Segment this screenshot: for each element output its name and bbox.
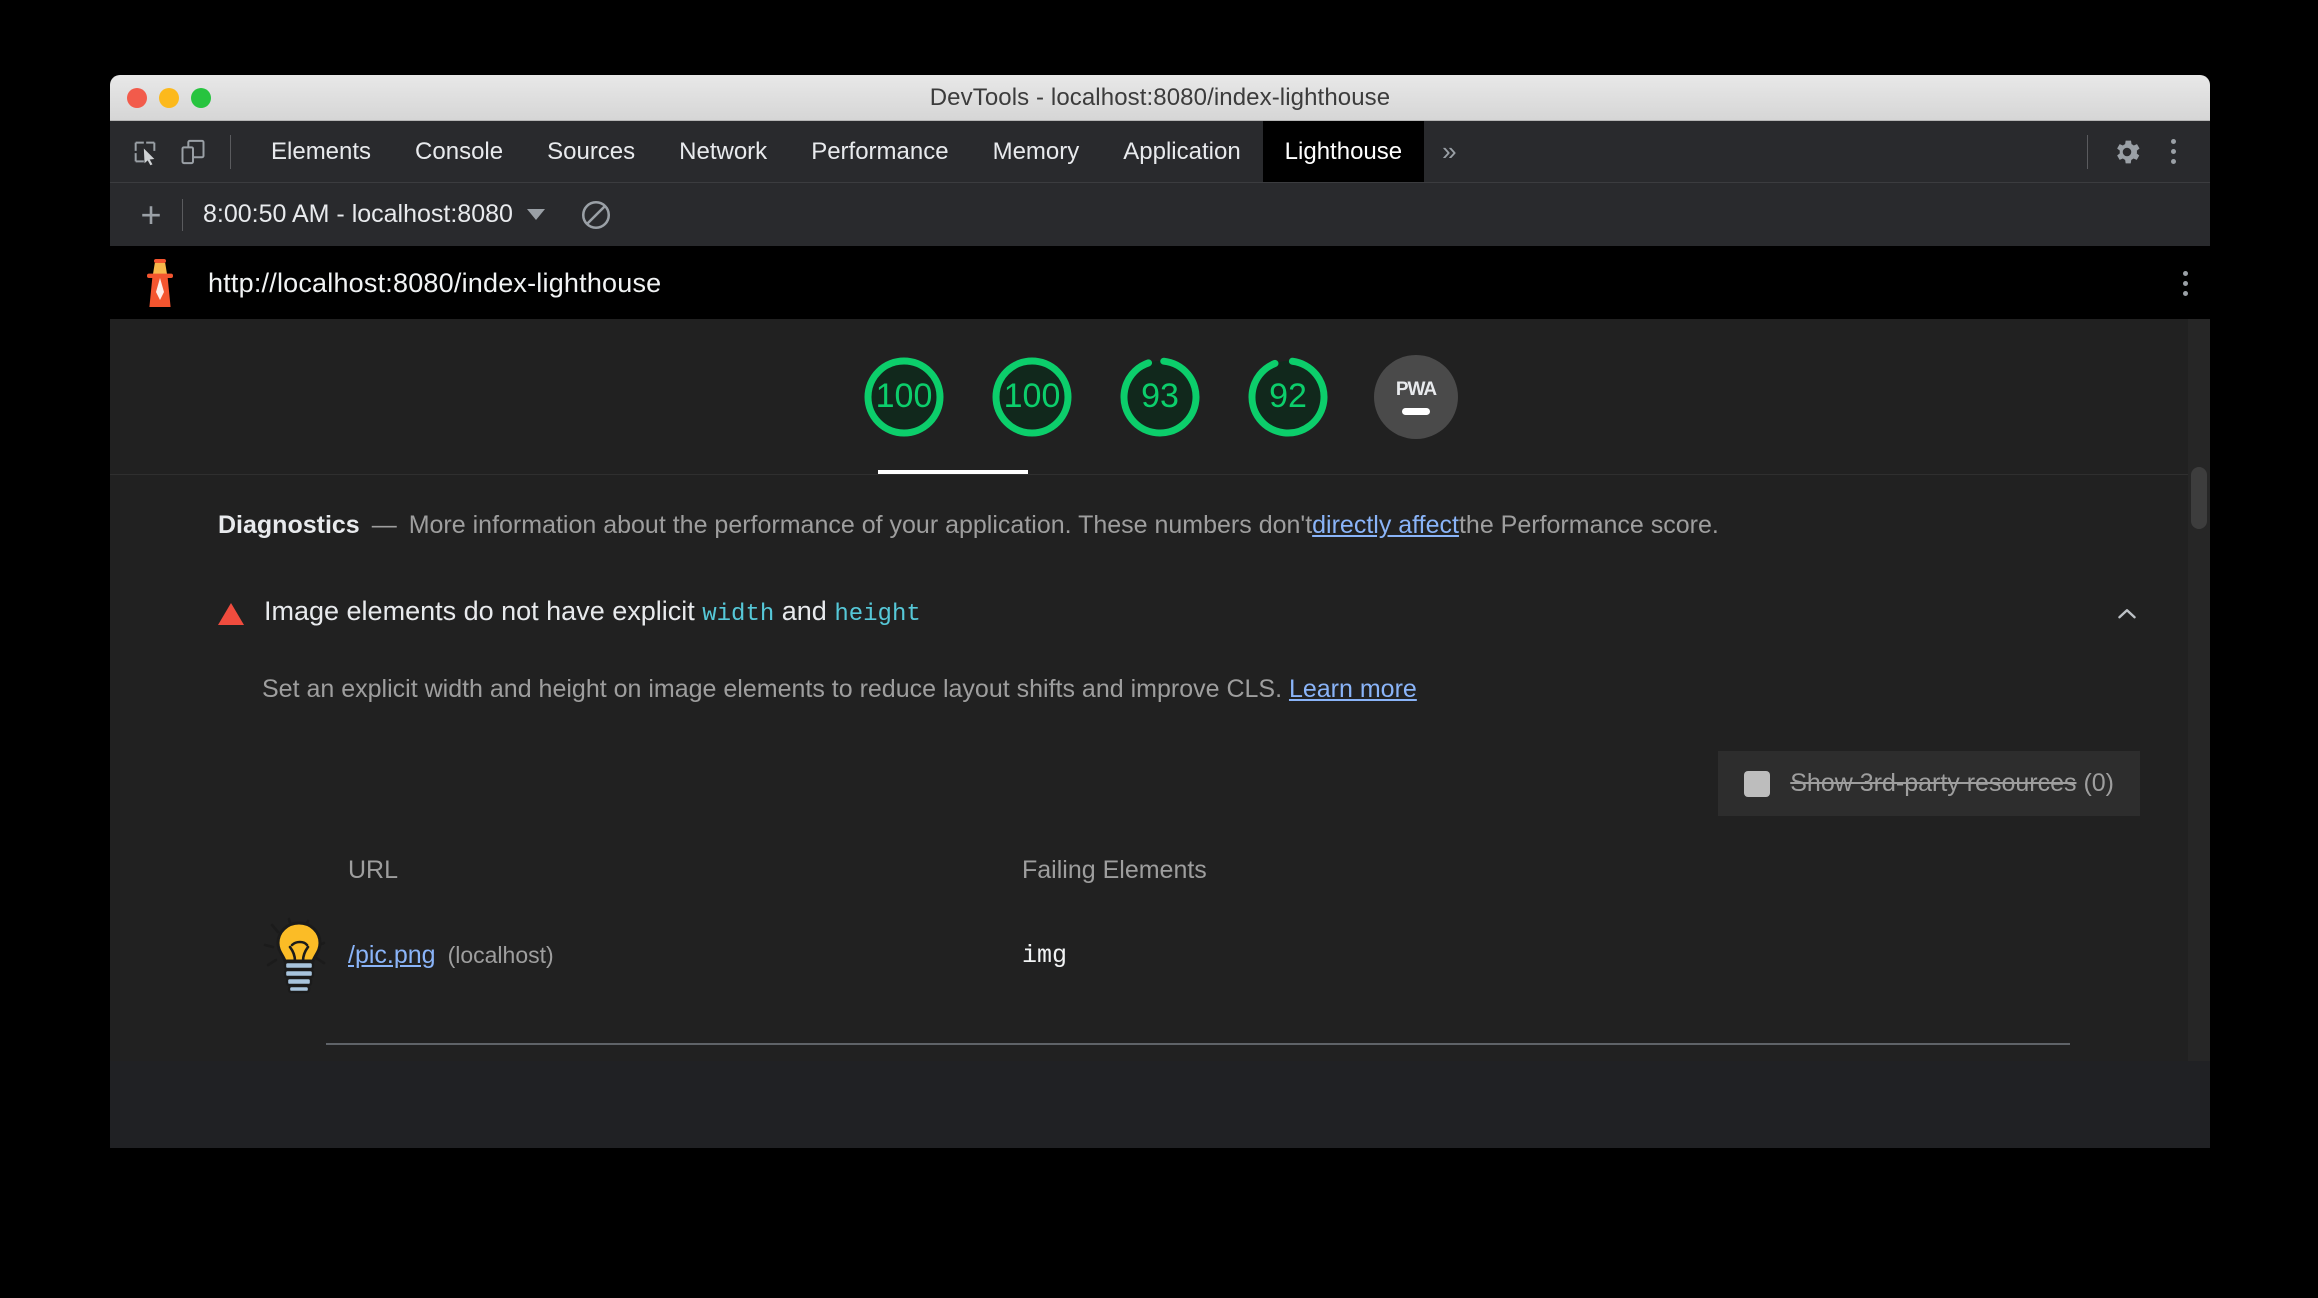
audit-title-code-width: width [702, 601, 775, 629]
tab-lighthouse[interactable]: Lighthouse [1262, 121, 1425, 182]
column-header-url: URL [348, 856, 399, 885]
audit-description: Set an explicit width and height on imag… [262, 672, 2140, 707]
more-tabs-button[interactable]: » [1424, 121, 1472, 182]
table-header-row: URL Failing Elements [262, 856, 2140, 885]
kebab-dots [2170, 139, 2176, 164]
diagnostics-title: Diagnostics [218, 511, 360, 539]
tab-console[interactable]: Console [393, 121, 525, 182]
warning-triangle-icon [218, 603, 244, 626]
audit-title-part1: Image elements do not have explicit [264, 596, 703, 627]
devtools-window: DevTools - localhost:8080/index-lighthou… [110, 75, 2210, 1148]
new-report-button[interactable]: + [128, 192, 174, 238]
gauge-value: 92 [1269, 377, 1307, 415]
column-header-failing-elements: Failing Elements [1022, 856, 1207, 885]
audit-description-text: Set an explicit width and height on imag… [262, 675, 1289, 704]
gauge-value: 93 [1141, 377, 1179, 415]
gauge-accessibility[interactable]: 100 [990, 355, 1074, 439]
table-row: /pic.png (localhost) img [262, 913, 2140, 997]
close-window-button[interactable] [127, 88, 147, 108]
third-party-filter[interactable]: Show 3rd-party resources (0) [1718, 751, 2140, 817]
devtools-menu-icon[interactable] [2152, 131, 2194, 173]
chevron-up-icon[interactable] [2114, 601, 2140, 627]
third-party-filter-wrap: Show 3rd-party resources (0) [218, 751, 2140, 817]
report-header: http://localhost:8080/index-lighthouse [110, 247, 2210, 319]
diagnostics-text-after: the Performance score. [1458, 511, 1719, 539]
resource-url-link[interactable]: /pic.png [348, 941, 436, 970]
audit-header[interactable]: Image elements do not have explicit widt… [218, 595, 2140, 630]
tab-elements[interactable]: Elements [249, 121, 393, 182]
resource-host: (localhost) [447, 941, 554, 968]
run-selector-label: 8:00:50 AM - localhost:8080 [203, 200, 513, 228]
device-toolbar-icon[interactable] [172, 131, 214, 173]
maximize-window-button[interactable] [191, 88, 211, 108]
tab-memory[interactable]: Memory [971, 121, 1102, 182]
pwa-label: PWA [1395, 378, 1437, 400]
toolbar-divider [182, 198, 183, 231]
tab-application[interactable]: Application [1101, 121, 1262, 182]
kebab-dots [2183, 270, 2188, 296]
scrollbar-thumb[interactable] [2191, 467, 2207, 529]
tab-sources[interactable]: Sources [525, 121, 657, 182]
audit-title: Image elements do not have explicit widt… [264, 595, 921, 630]
window-titlebar: DevTools - localhost:8080/index-lighthou… [110, 75, 2210, 121]
table-cell-url: /pic.png (localhost) [262, 913, 1022, 997]
diagnostics-dash: — [371, 511, 397, 539]
inspect-element-icon[interactable] [124, 131, 166, 173]
gear-icon[interactable] [2106, 131, 2148, 173]
audit-title-code-height: height [834, 601, 921, 629]
diagnostics-header: Diagnostics — More information about the… [110, 475, 2210, 543]
tabbar-left-icons [110, 121, 249, 182]
audit-table: URL Failing Elements /pic.png (localhost… [262, 856, 2140, 997]
show-third-party-text: Show 3rd-party resources [1790, 769, 2077, 798]
gauge-value: 100 [875, 377, 933, 415]
tabbar-divider [230, 134, 231, 169]
gauge-performance[interactable]: 100 [862, 355, 946, 439]
lighthouse-toolbar: + 8:00:50 AM - localhost:8080 [110, 183, 2210, 247]
traffic-lights [127, 75, 211, 121]
show-third-party-count: (0) [2083, 769, 2114, 798]
pwa-not-applicable-dash [1402, 407, 1430, 415]
window-title: DevTools - localhost:8080/index-lighthou… [929, 83, 1391, 111]
show-third-party-label: Show 3rd-party resources (0) [1790, 769, 2114, 798]
screenshot-root: DevTools - localhost:8080/index-lighthou… [0, 0, 2318, 1298]
report-url: http://localhost:8080/index-lighthouse [208, 267, 662, 298]
gauge-seo[interactable]: 92 [1246, 355, 1330, 439]
learn-more-link[interactable]: Learn more [1289, 675, 1417, 703]
score-gauges: 100 100 93 92 PWA [110, 319, 2210, 475]
gauge-best-practices[interactable]: 93 [1118, 355, 1202, 439]
lighthouse-logo-icon [147, 259, 173, 307]
gauge-value: 100 [1003, 377, 1061, 415]
report-menu-button[interactable] [2183, 270, 2188, 296]
report-content: Diagnostics — More information about the… [110, 475, 2210, 1046]
tab-network[interactable]: Network [657, 121, 789, 182]
report-scrollbar[interactable] [2188, 319, 2210, 1061]
clear-all-button[interactable] [579, 198, 613, 232]
selected-category-underline [878, 470, 1028, 474]
audit-title-part2: and [774, 596, 835, 627]
tabbar-right-icons [2083, 121, 2210, 182]
minimize-window-button[interactable] [159, 88, 179, 108]
devtools-tabbar: Elements Console Sources Network Perform… [110, 121, 2210, 183]
show-third-party-checkbox[interactable] [1744, 770, 1771, 797]
tabbar-right-divider [2087, 134, 2088, 169]
audit-divider [326, 1043, 2070, 1046]
chevron-down-icon [526, 209, 545, 220]
diagnostics-text-before: More information about the performance o… [408, 511, 1313, 539]
lightbulb-thumbnail-icon [263, 917, 326, 994]
audit-image-size: Image elements do not have explicit widt… [110, 595, 2210, 1046]
run-selector[interactable]: 8:00:50 AM - localhost:8080 [197, 196, 551, 233]
tab-list: Elements Console Sources Network Perform… [249, 121, 1473, 182]
tab-performance[interactable]: Performance [789, 121, 970, 182]
clear-prohibited-icon [581, 200, 610, 229]
directly-affect-link[interactable]: directly affect [1312, 507, 1459, 543]
table-cell-failing-element: img [1022, 940, 1068, 970]
gauge-pwa[interactable]: PWA [1374, 354, 1458, 439]
report-body: 100 100 93 92 PWA Diagnostics — More inf… [110, 319, 2210, 1061]
